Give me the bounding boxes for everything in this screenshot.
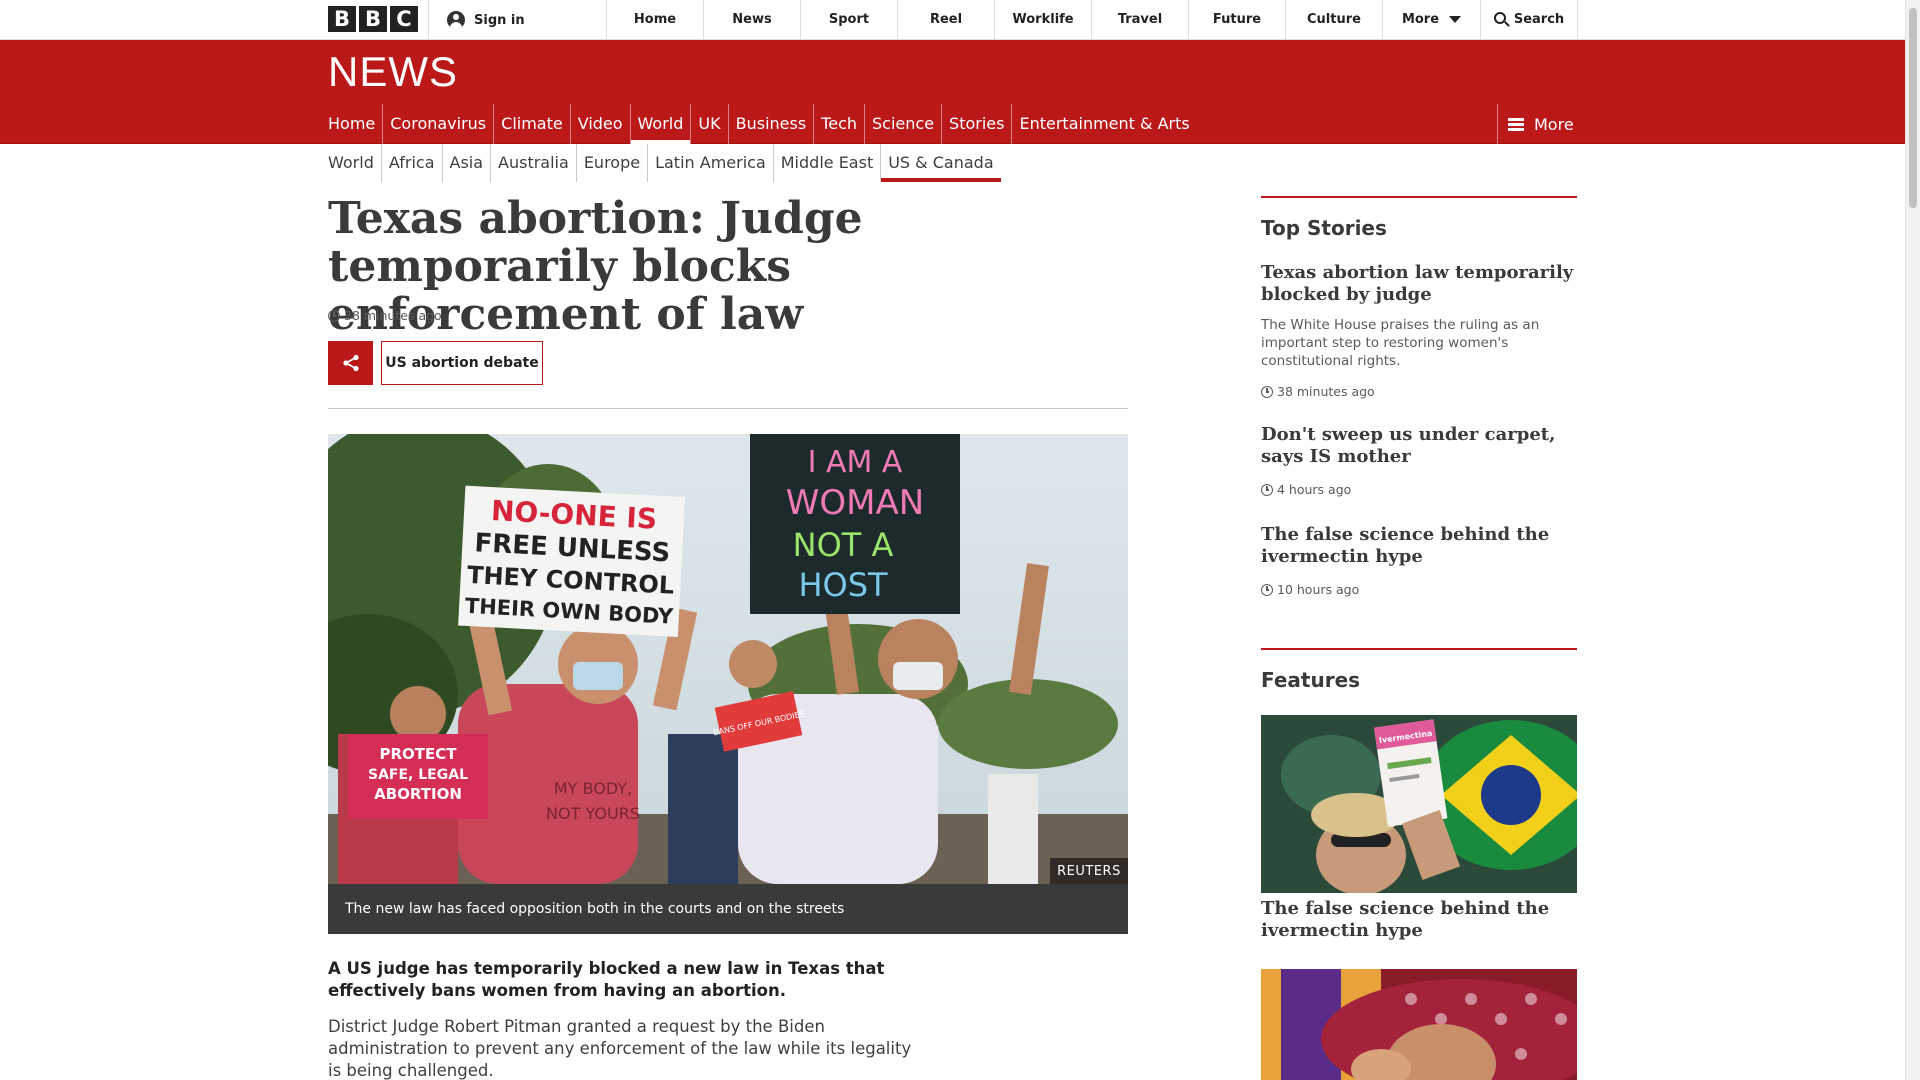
feature-link[interactable]: The false science behind the ivermectin … (1261, 898, 1577, 942)
main-nav-entertainment-arts[interactable]: Entertainment & Arts (1011, 104, 1196, 144)
clock-icon (1261, 583, 1273, 596)
top-story-link[interactable]: Don't sweep us under carpet, says IS mot… (1261, 424, 1577, 468)
search-label: Search (1513, 12, 1565, 27)
article-hero-image: NO-ONE IS FREE UNLESS THEY CONTROL THEIR… (328, 434, 1128, 884)
top-story-link[interactable]: Texas abortion law temporarily blocked b… (1261, 262, 1577, 306)
sub-nav-asia[interactable]: Asia (441, 144, 491, 182)
chevron-down-icon (1449, 16, 1462, 23)
share-icon (342, 354, 359, 372)
top-story-time-text: 38 minutes ago (1277, 384, 1375, 399)
top-nav-search[interactable]: Search (1480, 0, 1578, 40)
sub-nav-latin-america[interactable]: Latin America (647, 144, 773, 182)
top-nav-worklife[interactable]: Worklife (994, 0, 1091, 40)
features-rule (1261, 648, 1577, 650)
top-stories-rule (1261, 196, 1577, 198)
top-nav-more-label: More (1401, 12, 1440, 27)
sign-in-label: Sign in (474, 12, 525, 28)
sign-in-link[interactable]: Sign in (428, 0, 606, 40)
main-nav-science[interactable]: Science (864, 104, 941, 144)
sub-nav-world[interactable]: World (328, 144, 381, 182)
top-nav-more[interactable]: More (1382, 0, 1480, 40)
top-story-time-text: 10 hours ago (1277, 582, 1360, 597)
clock-icon (328, 309, 340, 322)
sign-text: HOST (798, 566, 888, 604)
feature-image[interactable] (1261, 969, 1577, 1080)
shirt-text: MY BODY, (554, 779, 632, 798)
sign-text: PROTECT (379, 745, 457, 763)
top-nav: Home News Sport Reel Worklife Travel Fut… (606, 0, 1578, 40)
top-story-item: The false science behind the ivermectin … (1261, 524, 1577, 597)
top-nav-reel[interactable]: Reel (897, 0, 994, 40)
sign-text: WOMAN (786, 483, 924, 523)
page-scrollbar[interactable] (1905, 0, 1920, 1080)
user-icon (447, 11, 465, 29)
feature-image[interactable]: Ivermectina (1261, 715, 1577, 893)
top-story-time: 4 hours ago (1261, 482, 1577, 497)
main-nav-stories[interactable]: Stories (941, 104, 1011, 144)
features-title: Features (1261, 668, 1361, 692)
article-timestamp: 38 minutes ago (328, 308, 442, 323)
main-nav-world[interactable]: World (629, 104, 691, 144)
clock-icon (1261, 385, 1273, 398)
menu-icon (1508, 117, 1524, 131)
search-icon (1493, 12, 1506, 24)
top-story-item: Don't sweep us under carpet, says IS mot… (1261, 424, 1577, 497)
main-nav-tech[interactable]: Tech (813, 104, 864, 144)
feature-item: The false science behind the ivermectin … (1261, 898, 1577, 942)
bbc-logo[interactable]: B B C (328, 6, 418, 32)
bbc-top-bar: B B C Sign in Home News Sport Reel Workl… (0, 0, 1920, 40)
main-nav-uk[interactable]: UK (690, 104, 727, 144)
top-story-time: 38 minutes ago (1261, 384, 1577, 399)
sub-nav-australia[interactable]: Australia (490, 144, 576, 182)
sign-text: SAFE, LEGAL (368, 767, 468, 783)
sub-nav-us-canada[interactable]: US & Canada (880, 144, 1002, 182)
top-story-summary: The White House praises the ruling as an… (1261, 317, 1540, 369)
sub-nav-europe[interactable]: Europe (575, 144, 647, 182)
bbc-logo-letter: B (359, 6, 387, 32)
top-story-time: 10 hours ago (1261, 582, 1577, 597)
sub-nav-africa[interactable]: Africa (380, 144, 442, 182)
bbc-logo-letter: C (390, 6, 418, 32)
shirt-text: NOT YOURS (546, 804, 640, 823)
sign-text: NOT A (793, 526, 894, 564)
top-story-link[interactable]: The false science behind the ivermectin … (1261, 524, 1577, 568)
main-nav-more-button[interactable]: More (1497, 104, 1607, 144)
article-paragraph: District Judge Robert Pitman granted a r… (328, 1017, 912, 1080)
top-nav-future[interactable]: Future (1188, 0, 1285, 40)
main-nav-business[interactable]: Business (727, 104, 814, 144)
scrollbar-thumb[interactable] (1909, 8, 1917, 208)
topic-tag-button[interactable]: US abortion debate (381, 341, 543, 385)
sign-text: I AM A (808, 445, 903, 480)
article-intro: A US judge has temporarily blocked a new… (328, 959, 885, 1000)
top-nav-culture[interactable]: Culture (1285, 0, 1382, 40)
bbc-logo-letter: B (328, 6, 356, 32)
main-nav-home[interactable]: Home (328, 104, 382, 144)
top-stories-title: Top Stories (1261, 216, 1387, 240)
clock-icon (1261, 483, 1273, 496)
main-nav-coronavirus[interactable]: Coronavirus (382, 104, 493, 144)
article-divider (328, 408, 1128, 409)
top-story-time-text: 4 hours ago (1277, 482, 1352, 497)
article-timestamp-text: 38 minutes ago (344, 308, 442, 323)
main-nav-video[interactable]: Video (569, 104, 630, 144)
top-nav-news[interactable]: News (703, 0, 800, 40)
sub-nav-middle-east[interactable]: Middle East (772, 144, 880, 182)
top-story-item: Texas abortion law temporarily blocked b… (1261, 262, 1577, 399)
news-main-nav: Home Coronavirus Climate Video World UK … (328, 104, 1197, 144)
main-nav-climate[interactable]: Climate (493, 104, 570, 144)
article-headline: Texas abortion: Judge temporarily blocks… (328, 193, 863, 340)
image-credit: REUTERS (1050, 858, 1128, 884)
top-nav-sport[interactable]: Sport (800, 0, 897, 40)
sign-text: ABORTION (374, 785, 462, 803)
news-logo[interactable]: NEWS (328, 48, 458, 96)
image-caption: The new law has faced opposition both in… (328, 884, 1128, 934)
share-button[interactable] (328, 341, 373, 385)
top-nav-travel[interactable]: Travel (1091, 0, 1188, 40)
world-sub-nav: World Africa Asia Australia Europe Latin… (328, 144, 1002, 182)
top-nav-home[interactable]: Home (606, 0, 703, 40)
main-nav-more-label: More (1534, 114, 1574, 134)
